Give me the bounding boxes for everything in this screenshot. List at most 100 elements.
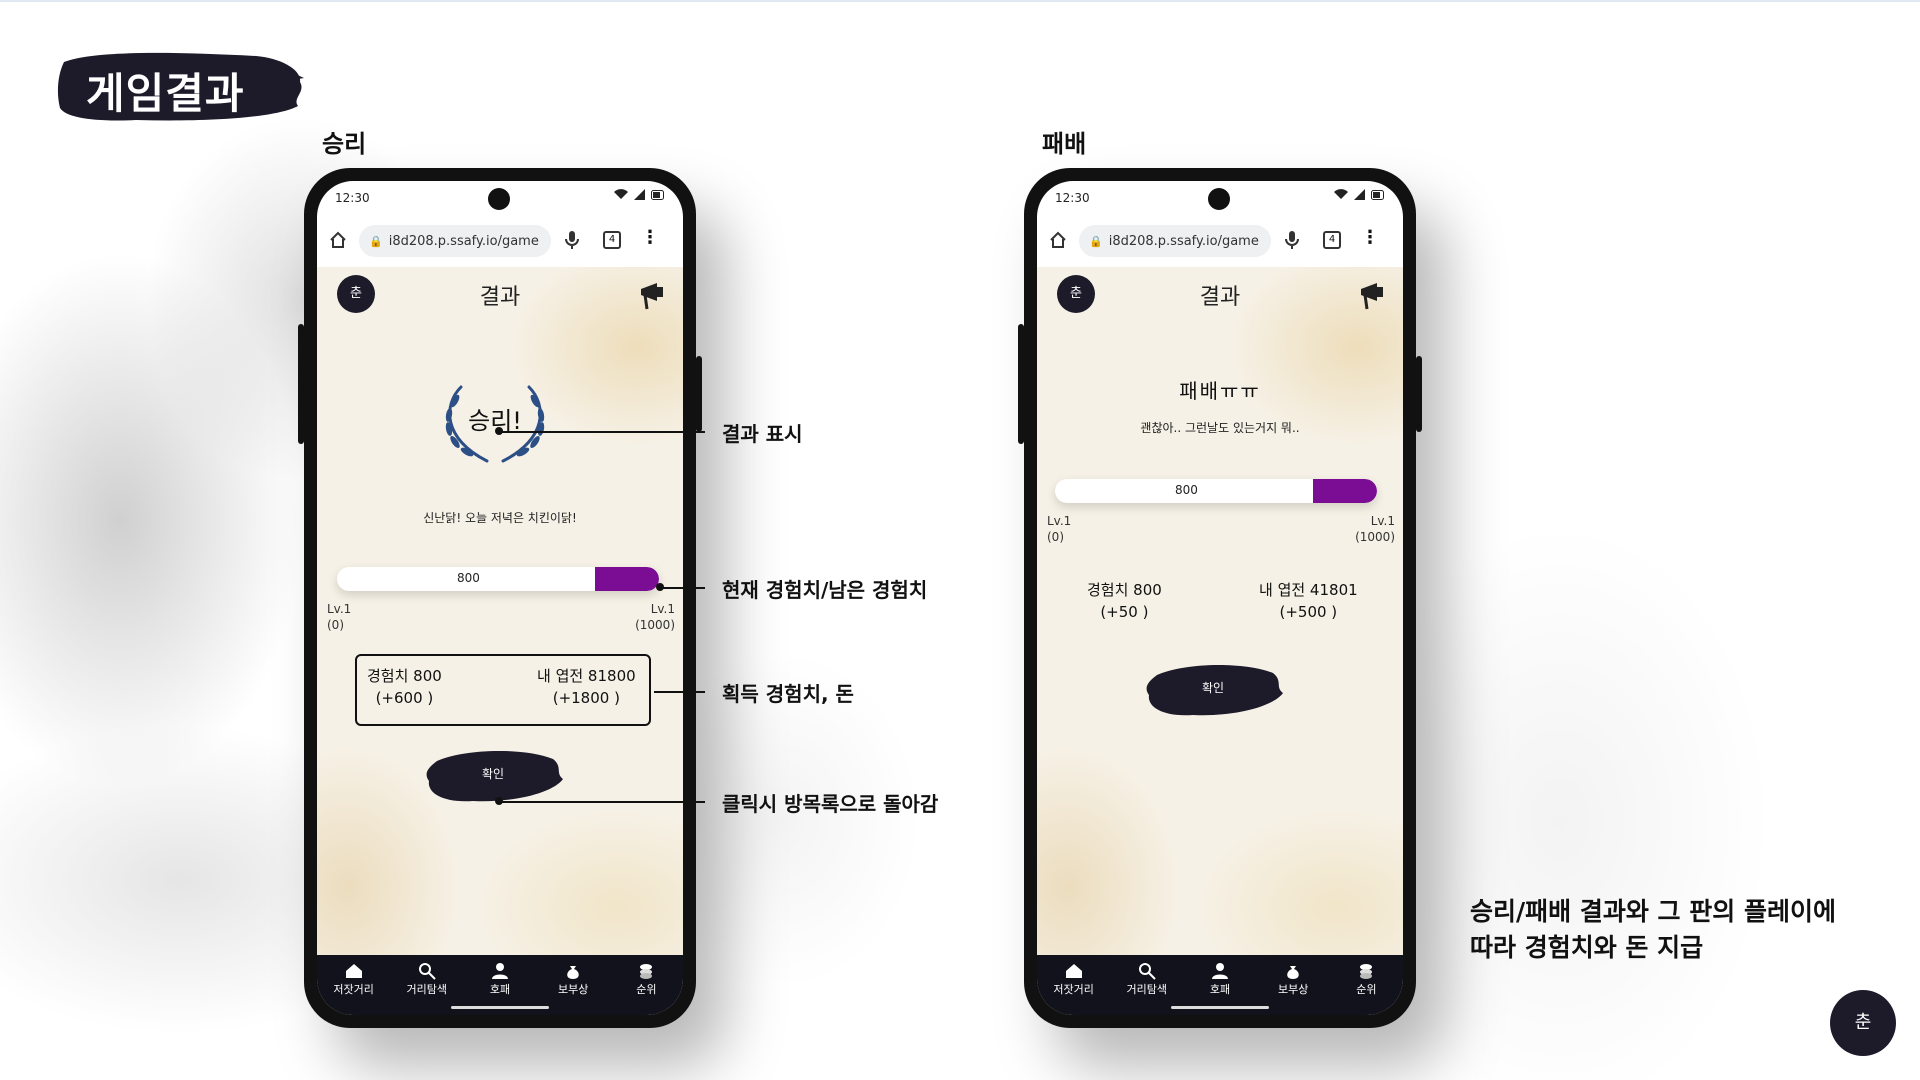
signal-icon bbox=[1354, 189, 1365, 200]
lose-section-label: 패배 bbox=[1042, 130, 1087, 158]
nav-item-ranking[interactable]: 순위 bbox=[1336, 961, 1396, 997]
camera-hole bbox=[1208, 188, 1230, 210]
status-icons bbox=[614, 189, 665, 200]
confirm-button[interactable]: 확인 bbox=[1143, 657, 1283, 721]
callout-line-result bbox=[500, 431, 705, 433]
nav-active-indicator bbox=[1171, 1006, 1269, 1009]
nav-item-market[interactable]: 저잣거리 bbox=[324, 961, 384, 997]
reward-exp-gain: (+600 ) bbox=[375, 689, 434, 707]
reward-money-gain: (+500 ) bbox=[1279, 603, 1338, 621]
house-icon bbox=[345, 964, 362, 978]
address-field[interactable]: 🔒 i8d208.p.ssafy.io/game, bbox=[1079, 225, 1271, 257]
bottom-nav: 저잣거리 거리탐색 호패 보부상 순위 bbox=[317, 955, 683, 1015]
exp-bar-remaining bbox=[594, 567, 659, 591]
phone-lose: 12:30 🔒 i8d208.p.ssafy.io/game, 4 ⋮ 춘 결과 bbox=[1018, 168, 1422, 1028]
callout-line-reward bbox=[654, 691, 705, 693]
level-end-exp: (1000) bbox=[635, 618, 675, 632]
description-line-1: 승리/패배 결과와 그 판의 플레이에 bbox=[1470, 897, 1836, 926]
slide-description: 승리/패배 결과와 그 판의 플레이에 따라 경험치와 돈 지급 bbox=[1470, 894, 1836, 966]
exp-bar: 800 bbox=[1055, 479, 1377, 503]
nav-label-market: 저잣거리 bbox=[1053, 983, 1094, 996]
confirm-label: 확인 bbox=[1201, 681, 1225, 695]
nav-item-explore[interactable]: 거리탐색 bbox=[397, 961, 457, 997]
nav-label-merchant: 보부상 bbox=[557, 983, 589, 996]
phone-win: 12:30 🔒 i8d208.p.ssafy.io/game/ 4 ⋮ 춘 결과 bbox=[298, 168, 702, 1028]
exp-bar-value: 800 bbox=[457, 571, 480, 585]
address-text: i8d208.p.ssafy.io/game, bbox=[1108, 233, 1259, 249]
lock-icon: 🔒 bbox=[369, 234, 383, 248]
exp-bar-remaining bbox=[1312, 479, 1377, 503]
wifi-icon bbox=[614, 189, 628, 199]
confirm-label: 확인 bbox=[481, 767, 505, 781]
home-icon[interactable] bbox=[1049, 231, 1067, 249]
exp-bar-value: 800 bbox=[1175, 483, 1198, 497]
nav-item-merchant[interactable]: 보부상 bbox=[1263, 961, 1323, 997]
win-section-label: 승리 bbox=[322, 130, 367, 158]
status-bar: 12:30 bbox=[1037, 181, 1403, 215]
nav-item-explore[interactable]: 거리탐색 bbox=[1117, 961, 1177, 997]
mic-icon[interactable] bbox=[565, 230, 579, 250]
nav-item-profile[interactable]: 호패 bbox=[470, 961, 530, 997]
level-start: Lv.1 (0) bbox=[327, 601, 351, 633]
browser-url-bar: 🔒 i8d208.p.ssafy.io/game/ 4 ⋮ bbox=[317, 221, 683, 261]
pouch-icon bbox=[567, 966, 579, 979]
signal-icon bbox=[634, 189, 645, 200]
browser-url-bar: 🔒 i8d208.p.ssafy.io/game, 4 ⋮ bbox=[1037, 221, 1403, 261]
nav-item-ranking[interactable]: 순위 bbox=[616, 961, 676, 997]
description-line-2: 따라 경험치와 돈 지급 bbox=[1470, 933, 1704, 962]
level-end: Lv.1 (1000) bbox=[1355, 513, 1395, 545]
reward-exp: 경험치 800 (+50 ) bbox=[1087, 579, 1162, 623]
confirm-button[interactable]: 확인 bbox=[423, 743, 563, 807]
callout-confirm: 클릭시 방목록으로 돌아감 bbox=[722, 792, 939, 816]
tab-count-button[interactable]: 4 bbox=[1323, 231, 1341, 249]
page-title: 결과 bbox=[479, 285, 521, 310]
lock-icon: 🔒 bbox=[1089, 234, 1103, 248]
level-end-exp: (1000) bbox=[1355, 530, 1395, 544]
level-start-exp: (0) bbox=[327, 618, 344, 632]
nav-label-ranking: 순위 bbox=[1356, 983, 1377, 996]
reward-money: 내 엽전 41801 (+500 ) bbox=[1259, 579, 1358, 623]
tab-count-button[interactable]: 4 bbox=[603, 231, 621, 249]
search-icon bbox=[418, 963, 436, 980]
search-icon bbox=[1138, 963, 1156, 980]
camera-hole bbox=[488, 188, 510, 210]
level-start-label: Lv.1 bbox=[327, 602, 352, 616]
battery-icon bbox=[651, 189, 664, 200]
status-icons bbox=[1334, 189, 1385, 200]
coin-stack-icon bbox=[1360, 964, 1373, 979]
megaphone-icon[interactable] bbox=[1359, 281, 1385, 311]
address-field[interactable]: 🔒 i8d208.p.ssafy.io/game/ bbox=[359, 225, 551, 257]
nav-item-market[interactable]: 저잣거리 bbox=[1044, 961, 1104, 997]
wifi-icon bbox=[1334, 189, 1348, 199]
nav-label-profile: 호패 bbox=[489, 983, 511, 996]
pouch-icon bbox=[1287, 966, 1299, 979]
volume-button bbox=[1018, 324, 1024, 444]
megaphone-icon[interactable] bbox=[639, 281, 665, 311]
reward-money-gain: (+1800 ) bbox=[552, 689, 620, 707]
reward-exp-total: 경험치 800 bbox=[367, 667, 442, 685]
result-page: 춘 결과 패배ㅠㅠ 괜찮아.. 그런날도 있는거지 뭐.. 800 Lv.1 (… bbox=[1037, 267, 1403, 961]
callout-reward: 획득 경험치, 돈 bbox=[722, 682, 854, 706]
nav-item-merchant[interactable]: 보부상 bbox=[543, 961, 603, 997]
reward-money-total: 내 엽전 41801 bbox=[1259, 581, 1358, 599]
battery-icon bbox=[1371, 189, 1384, 200]
nav-label-explore: 거리탐색 bbox=[1126, 983, 1168, 996]
mic-icon[interactable] bbox=[1285, 230, 1299, 250]
home-icon[interactable] bbox=[329, 231, 347, 249]
callout-exp-bar: 현재 경험치/남은 경험치 bbox=[722, 578, 928, 602]
coin-stack-icon bbox=[640, 964, 653, 979]
nav-item-profile[interactable]: 호패 bbox=[1190, 961, 1250, 997]
reward-exp-gain: (+50 ) bbox=[1100, 603, 1149, 621]
reward-exp: 경험치 800 (+600 ) bbox=[367, 665, 442, 709]
nav-label-explore: 거리탐색 bbox=[406, 983, 448, 996]
phone-screen: 12:30 🔒 i8d208.p.ssafy.io/game/ 4 ⋮ 춘 결과 bbox=[317, 181, 683, 1015]
nav-label-market: 저잣거리 bbox=[333, 983, 374, 996]
status-time: 12:30 bbox=[335, 191, 370, 205]
reward-money-total: 내 엽전 81800 bbox=[537, 667, 636, 685]
level-start-exp: (0) bbox=[1047, 530, 1064, 544]
browser-menu-icon[interactable]: ⋮ bbox=[1361, 227, 1379, 248]
browser-menu-icon[interactable]: ⋮ bbox=[641, 227, 659, 248]
corner-logo: 춘 bbox=[1830, 990, 1896, 1056]
callout-line-exp bbox=[662, 587, 705, 589]
reward-exp-total: 경험치 800 bbox=[1087, 581, 1162, 599]
